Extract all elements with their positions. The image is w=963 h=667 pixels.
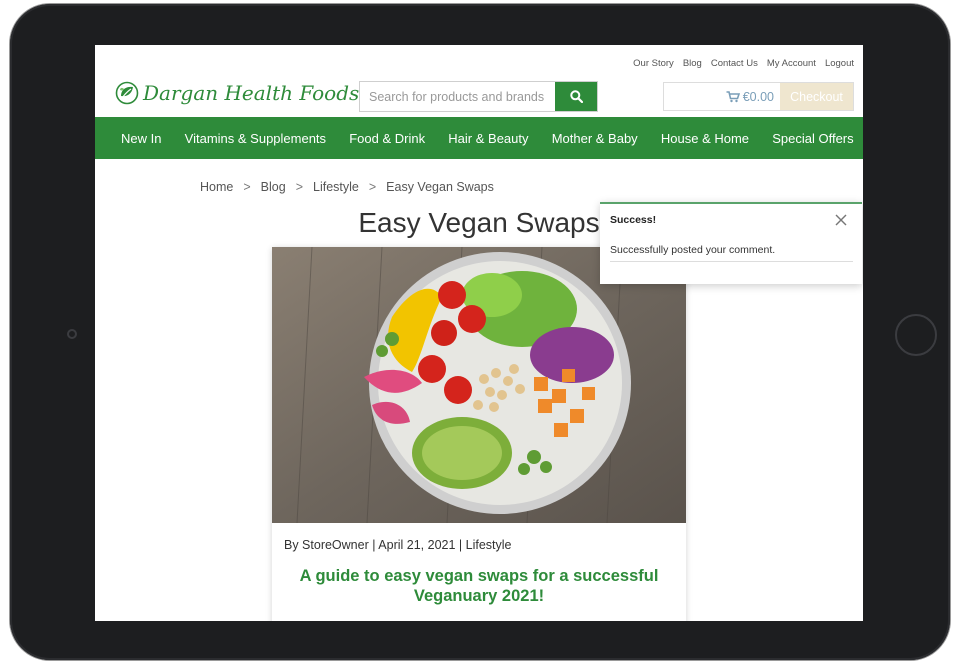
breadcrumb-separator: > bbox=[243, 180, 251, 194]
top-links: Our Story Blog Contact Us My Account Log… bbox=[633, 58, 854, 69]
top-link-logout[interactable]: Logout bbox=[825, 58, 854, 69]
article-card: By StoreOwner | April 21, 2021 | Lifesty… bbox=[272, 247, 686, 621]
nav-item-house-home[interactable]: House & Home bbox=[649, 131, 760, 146]
top-link-our-story[interactable]: Our Story bbox=[633, 58, 674, 69]
breadcrumb: Home > Blog > Lifestyle > Easy Vegan Swa… bbox=[200, 180, 494, 194]
site-logo[interactable]: Dargan Health Foods bbox=[115, 81, 359, 105]
top-link-contact-us[interactable]: Contact Us bbox=[711, 58, 758, 69]
tablet-frame: Our Story Blog Contact Us My Account Log… bbox=[10, 4, 950, 660]
success-toast: Success! Successfully posted your commen… bbox=[600, 202, 862, 284]
article-title: A guide to easy vegan swaps for a succes… bbox=[272, 566, 686, 606]
article-date: April 21, 2021 bbox=[378, 538, 456, 552]
cart-widget: €0.00 Checkout bbox=[663, 82, 854, 111]
toast-message: Successfully posted your comment. bbox=[610, 244, 776, 256]
cart-button[interactable]: €0.00 bbox=[664, 83, 780, 110]
search-bar bbox=[359, 81, 598, 112]
breadcrumb-blog[interactable]: Blog bbox=[261, 180, 286, 194]
nav-item-vitamins-supplements[interactable]: Vitamins & Supplements bbox=[173, 131, 338, 146]
cart-icon bbox=[726, 90, 740, 102]
close-icon[interactable] bbox=[834, 213, 848, 227]
home-button[interactable] bbox=[895, 314, 937, 356]
breadcrumb-home[interactable]: Home bbox=[200, 180, 233, 194]
search-button[interactable] bbox=[555, 82, 597, 111]
meta-divider: | bbox=[458, 538, 463, 552]
article-category-link[interactable]: Lifestyle bbox=[466, 538, 512, 552]
breadcrumb-current: Easy Vegan Swaps bbox=[386, 180, 494, 194]
breadcrumb-separator: > bbox=[295, 180, 303, 194]
article-author: By StoreOwner bbox=[284, 538, 369, 552]
nav-item-new-in[interactable]: New In bbox=[95, 131, 173, 146]
top-link-blog[interactable]: Blog bbox=[683, 58, 702, 69]
nav-item-special-offers[interactable]: Special Offers bbox=[761, 131, 863, 146]
search-input[interactable] bbox=[360, 82, 555, 111]
article-hero-image bbox=[272, 247, 686, 523]
nav-item-mother-baby[interactable]: Mother & Baby bbox=[540, 131, 649, 146]
article-title-line-1: A guide to easy vegan swaps for a succes… bbox=[299, 567, 659, 585]
cart-total: €0.00 bbox=[742, 89, 774, 104]
top-link-my-account[interactable]: My Account bbox=[767, 58, 816, 69]
main-nav: New In Vitamins & Supplements Food & Dri… bbox=[95, 117, 863, 159]
nav-item-food-drink[interactable]: Food & Drink bbox=[338, 131, 437, 146]
salad-bowl-image bbox=[272, 247, 686, 523]
breadcrumb-lifestyle[interactable]: Lifestyle bbox=[313, 180, 359, 194]
checkout-button[interactable]: Checkout bbox=[780, 83, 853, 110]
logo-text: Dargan Health Foods bbox=[143, 81, 360, 105]
leaf-logo-icon bbox=[115, 81, 139, 105]
breadcrumb-separator: > bbox=[368, 180, 377, 194]
browser-viewport: Our Story Blog Contact Us My Account Log… bbox=[95, 45, 863, 621]
camera-icon bbox=[67, 329, 77, 339]
meta-divider: | bbox=[372, 538, 376, 552]
search-icon bbox=[569, 90, 583, 103]
toast-divider bbox=[610, 261, 853, 262]
nav-item-hair-beauty[interactable]: Hair & Beauty bbox=[437, 131, 540, 146]
article-title-line-2: Veganuary 2021! bbox=[413, 587, 545, 605]
toast-title: Success! bbox=[610, 214, 657, 226]
article-meta: By StoreOwner | April 21, 2021 | Lifesty… bbox=[284, 538, 512, 552]
